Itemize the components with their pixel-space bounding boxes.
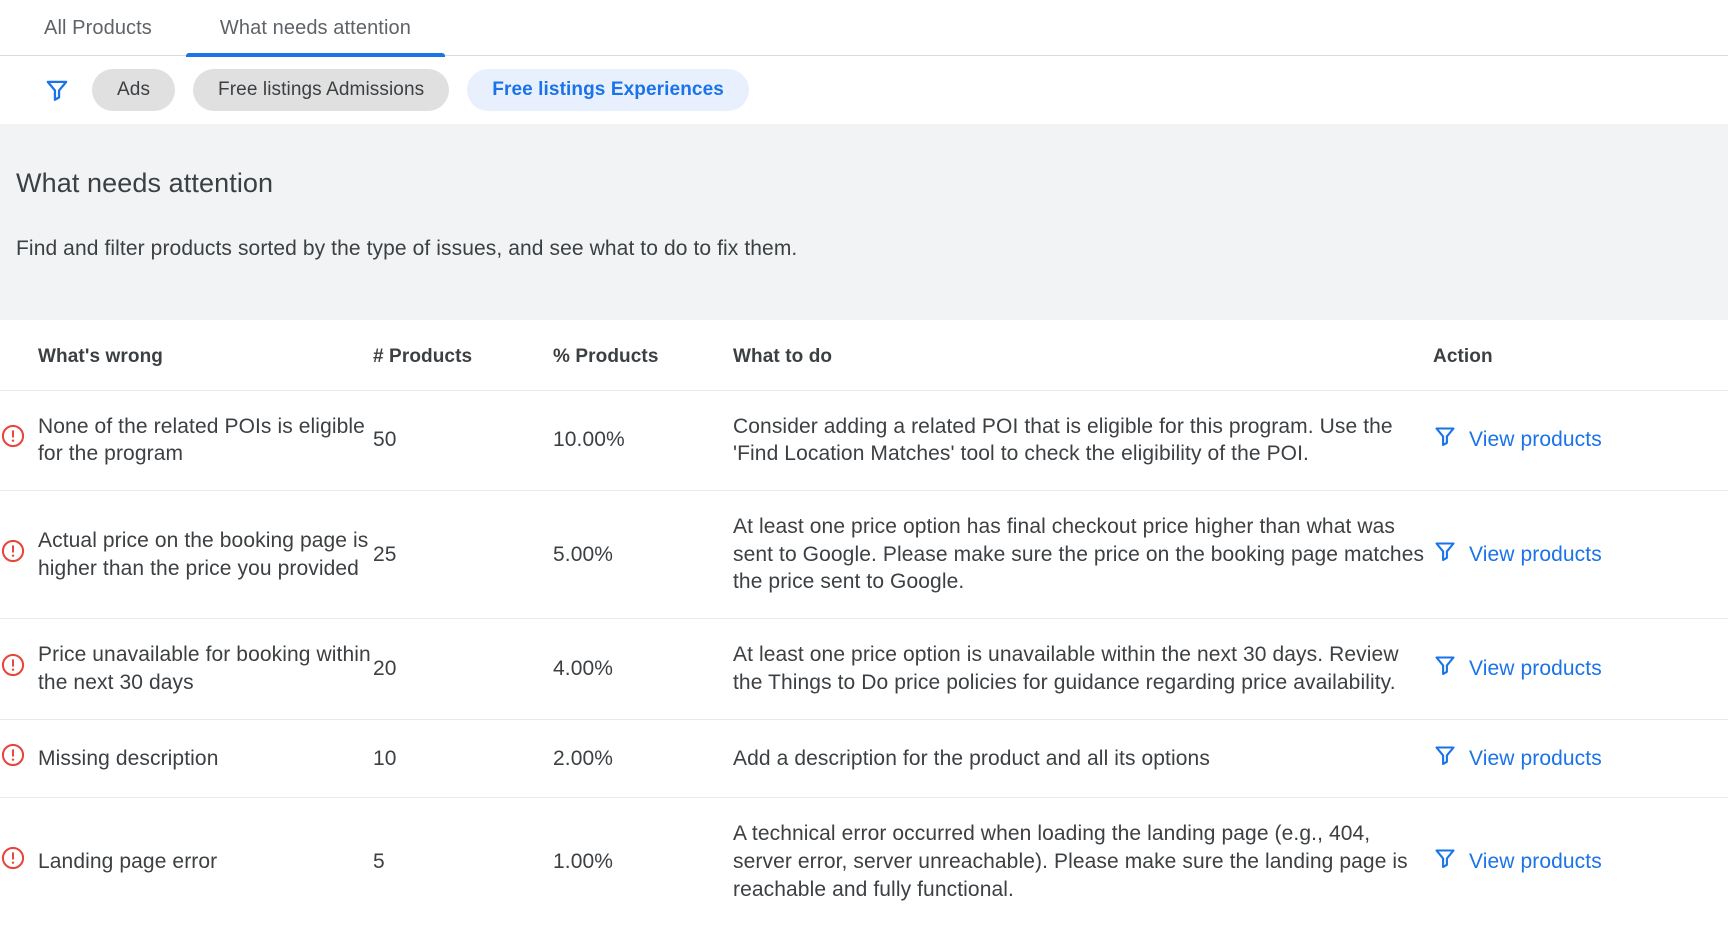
cell-whats-wrong: Actual price on the booking page is high… [38, 528, 369, 580]
cell-num-products: 5 [373, 849, 385, 873]
cell-pct-products: 5.00% [553, 542, 614, 566]
cell-whats-wrong: None of the related POIs is eligible for… [38, 414, 365, 466]
issues-table-head: What's wrong # Products % Products What … [0, 320, 1728, 390]
page-title: What needs attention [16, 168, 274, 198]
page-root: All Products What needs attention Ads Fr… [0, 0, 1728, 930]
column-header-pct-products[interactable]: % Products [553, 320, 733, 390]
issues-table-container: What's wrong # Products % Products What … [0, 320, 1728, 925]
cell-whats-wrong: Price unavailable for booking within the… [38, 643, 371, 694]
cell-what-to-do: Add a description for the product and al… [733, 746, 1210, 770]
cell-action: View products [1433, 390, 1728, 490]
cell-action: View products [1433, 719, 1728, 798]
chip-free-listings-admissions-label: Free listings Admissions [218, 78, 425, 100]
error-circle-icon [0, 652, 38, 686]
issues-table-body: None of the related POIs is eligible for… [0, 390, 1728, 925]
row-status-cell [0, 719, 38, 798]
filter-icon [1433, 846, 1457, 878]
table-row: Price unavailable for booking within the… [0, 618, 1728, 719]
table-header-row: What's wrong # Products % Products What … [0, 320, 1728, 390]
column-header-action: Action [1433, 345, 1493, 367]
view-products-label: View products [1469, 849, 1602, 873]
view-products-button[interactable]: View products [1433, 653, 1602, 685]
view-products-button[interactable]: View products [1433, 743, 1602, 775]
cell-whats-wrong: Missing description [38, 746, 219, 770]
cell-pct-products: 2.00% [553, 746, 614, 770]
cell-num-products: 10 [373, 746, 397, 770]
cell-what-to-do: A technical error occurred when loading … [733, 822, 1408, 901]
tab-all-products-label: All Products [44, 16, 152, 39]
view-products-label: View products [1469, 428, 1602, 452]
filter-icon [1433, 653, 1457, 685]
row-status-cell [0, 390, 38, 490]
column-header-num-products[interactable]: # Products [373, 320, 553, 390]
view-products-label: View products [1469, 656, 1602, 680]
error-circle-icon [0, 845, 38, 879]
tab-what-needs-attention-label: What needs attention [219, 16, 411, 39]
filter-icon [1433, 539, 1457, 571]
filter-chip-bar: Ads Free listings Admissions Free listin… [0, 56, 1728, 124]
attention-banner: What needs attention Find and filter pro… [0, 124, 1728, 320]
view-products-button[interactable]: View products [1433, 539, 1602, 571]
row-status-cell [0, 798, 38, 926]
cell-what-to-do: At least one price option is unavailable… [733, 643, 1399, 694]
row-status-cell [0, 619, 38, 719]
filter-icon[interactable] [40, 73, 74, 107]
table-row: Missing description 10 2.00% Add a descr… [0, 719, 1728, 798]
cell-what-to-do: At least one price option has final chec… [733, 514, 1425, 594]
chip-free-listings-experiences[interactable]: Free listings Experiences [467, 68, 749, 111]
cell-pct-products: 10.00% [553, 428, 625, 452]
cell-action: View products [1433, 619, 1728, 719]
column-header-what-to-do[interactable]: What to do [733, 320, 1433, 390]
table-row: None of the related POIs is eligible for… [0, 390, 1728, 490]
tab-what-needs-attention[interactable]: What needs attention [185, 0, 445, 57]
cell-what-to-do: Consider adding a related POI that is el… [733, 414, 1393, 466]
table-row: Landing page error 5 1.00% A technical e… [0, 797, 1728, 926]
chip-free-listings-experiences-label: Free listings Experiences [492, 78, 724, 100]
error-circle-icon [0, 423, 38, 457]
row-status-cell [0, 490, 38, 618]
chip-ads-label: Ads [117, 78, 151, 100]
page-subtitle: Find and filter products sorted by the t… [16, 237, 798, 260]
view-products-label: View products [1469, 746, 1602, 770]
column-header-whats-wrong[interactable]: What's wrong [38, 320, 373, 390]
tab-bar: All Products What needs attention [0, 0, 1728, 57]
tab-all-products[interactable]: All Products [10, 0, 186, 56]
table-row: Actual price on the booking page is high… [0, 490, 1728, 618]
cell-whats-wrong: Landing page error [38, 849, 218, 873]
cell-action: View products [1433, 490, 1728, 618]
cell-num-products: 20 [373, 656, 397, 680]
cell-num-products: 50 [373, 428, 397, 452]
issues-table: What's wrong # Products % Products What … [0, 320, 1728, 925]
header-spacer [0, 320, 38, 390]
chip-ads[interactable]: Ads [92, 68, 176, 111]
cell-pct-products: 1.00% [553, 849, 614, 873]
view-products-button[interactable]: View products [1433, 424, 1602, 456]
view-products-button[interactable]: View products [1433, 846, 1602, 878]
filter-icon [1433, 743, 1457, 775]
cell-action: View products [1433, 798, 1728, 926]
error-circle-icon [0, 742, 38, 776]
cell-num-products: 25 [373, 542, 397, 566]
error-circle-icon [0, 538, 38, 572]
filter-icon [1433, 424, 1457, 456]
cell-pct-products: 4.00% [553, 656, 614, 680]
chip-free-listings-admissions[interactable]: Free listings Admissions [193, 68, 450, 111]
view-products-label: View products [1469, 542, 1602, 566]
